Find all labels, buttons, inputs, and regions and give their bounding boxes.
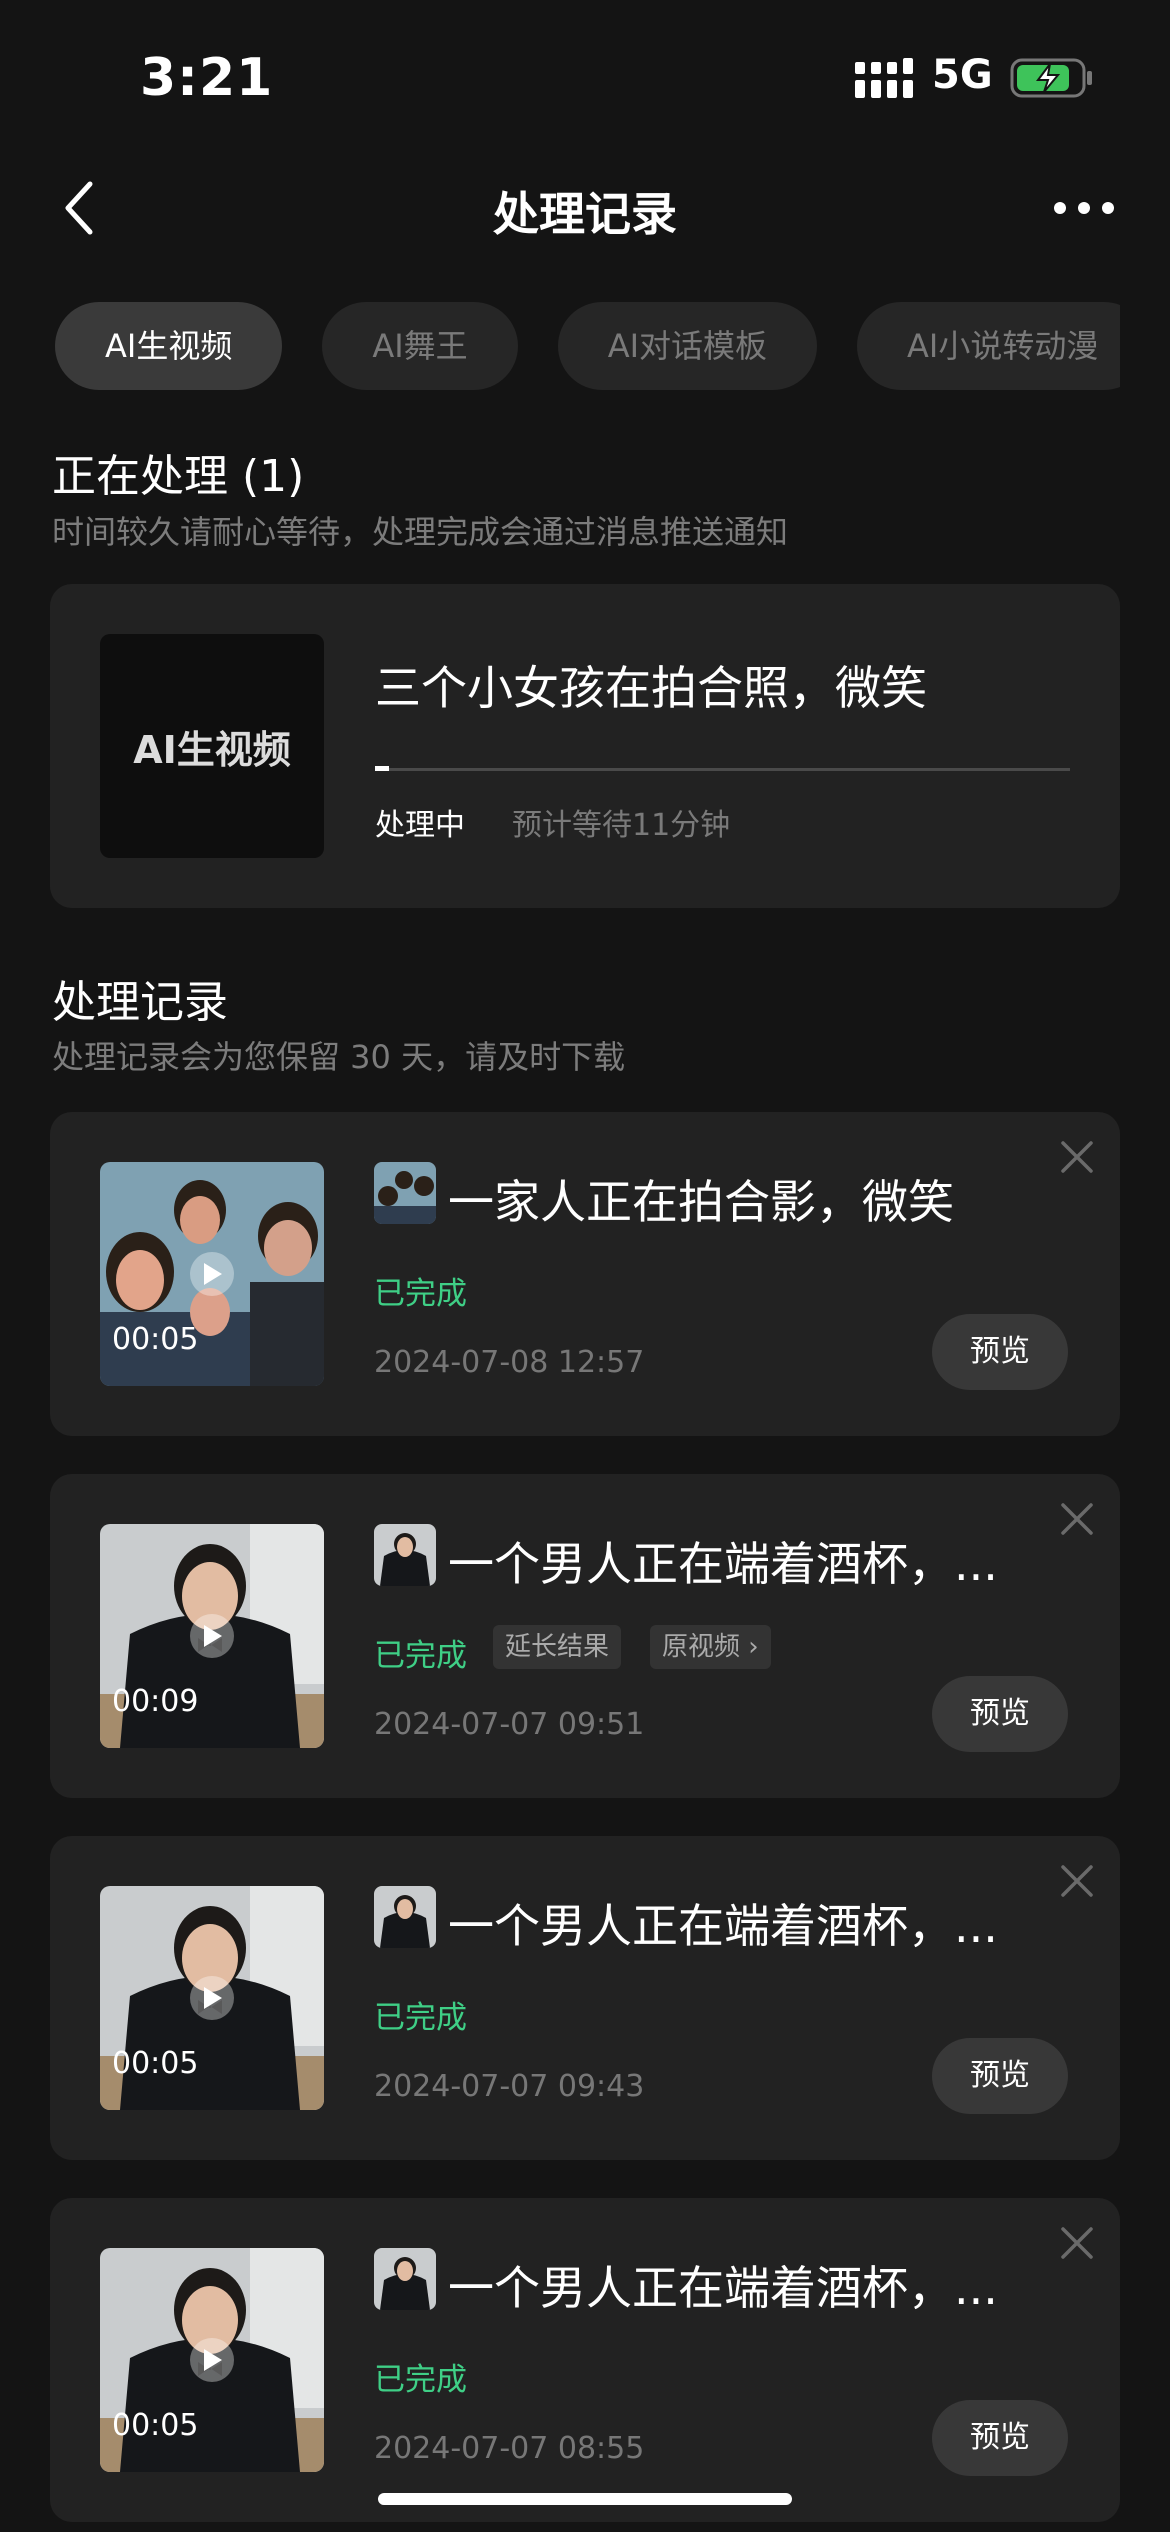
preview-button[interactable]: 预览	[932, 1314, 1068, 1390]
signal-icon	[855, 58, 917, 102]
close-icon[interactable]	[1060, 1864, 1094, 1902]
status-badge: 已完成	[374, 2000, 467, 2036]
tab-ai-video[interactable]: AI生视频	[55, 302, 283, 390]
tab-ai-dialog-template[interactable]: AI对话模板	[557, 302, 818, 390]
record-title: 一家人正在拍合影，微笑	[448, 1175, 954, 1229]
processing-thumbnail: AI生视频	[100, 634, 324, 858]
play-icon[interactable]	[190, 2338, 234, 2382]
extend-result-tag[interactable]: 延长结果	[493, 1625, 622, 1669]
processing-eta: 预计等待11分钟	[512, 808, 731, 843]
record-date: 2024-07-07 09:43	[374, 2069, 645, 2104]
close-icon[interactable]	[1060, 1502, 1094, 1540]
video-duration: 00:05	[112, 2046, 199, 2081]
mini-thumbnail	[374, 1162, 436, 1224]
home-indicator[interactable]	[378, 2493, 792, 2505]
record-title: 一个男人正在端着酒杯，...	[448, 2261, 998, 2315]
tab-ai-dance[interactable]: AI舞王	[322, 302, 518, 390]
processing-subtitle: 时间较久请耐心等待，处理完成会通过消息推送通知	[52, 513, 789, 551]
mini-thumbnail	[374, 1886, 436, 1948]
thumbnail-label: AI生视频	[133, 727, 291, 772]
record-title: 一个男人正在端着酒杯，...	[448, 1899, 998, 1953]
processing-status: 处理中	[375, 808, 465, 843]
tab-ai-novel-to-anime[interactable]: AI小说转动漫	[857, 302, 1120, 390]
status-badge: 已完成	[374, 1276, 467, 1312]
progress-fill	[375, 766, 389, 771]
video-duration: 00:05	[112, 1322, 199, 1357]
preview-button[interactable]: 预览	[932, 2400, 1068, 2476]
network-label: 5G	[932, 52, 993, 98]
record-date: 2024-07-08 12:57	[374, 1345, 645, 1380]
record-date: 2024-07-07 08:55	[374, 2431, 645, 2466]
category-tabs: AI生视频 AI舞王 AI对话模板 AI小说转动漫	[55, 302, 1120, 394]
processing-title: 三个小女孩在拍合照，微笑	[375, 661, 927, 715]
status-time: 3:21	[140, 48, 274, 108]
more-icon[interactable]	[1052, 200, 1116, 220]
battery-icon	[1010, 58, 1094, 102]
preview-button[interactable]: 预览	[932, 2038, 1068, 2114]
preview-button[interactable]: 预览	[932, 1676, 1068, 1752]
page-title: 处理记录	[493, 187, 677, 241]
records-heading: 处理记录	[52, 977, 228, 1028]
status-badge: 已完成	[374, 1638, 467, 1674]
original-video-link[interactable]: 原视频 ›	[650, 1625, 771, 1669]
record-date: 2024-07-07 09:51	[374, 1707, 645, 1742]
play-icon[interactable]	[190, 1252, 234, 1296]
progress-track	[375, 768, 1070, 771]
mini-thumbnail	[374, 2248, 436, 2310]
play-icon[interactable]	[190, 1976, 234, 2020]
video-duration: 00:05	[112, 2408, 199, 2443]
video-duration: 00:09	[112, 1684, 199, 1719]
processing-heading: 正在处理 (1)	[52, 451, 305, 502]
mini-thumbnail	[374, 1524, 436, 1586]
close-icon[interactable]	[1060, 2226, 1094, 2264]
play-icon[interactable]	[190, 1614, 234, 1658]
records-subtitle: 处理记录会为您保留 30 天，请及时下载	[52, 1038, 626, 1076]
status-badge: 已完成	[374, 2362, 467, 2398]
close-icon[interactable]	[1060, 1140, 1094, 1178]
record-title: 一个男人正在端着酒杯，...	[448, 1537, 998, 1591]
